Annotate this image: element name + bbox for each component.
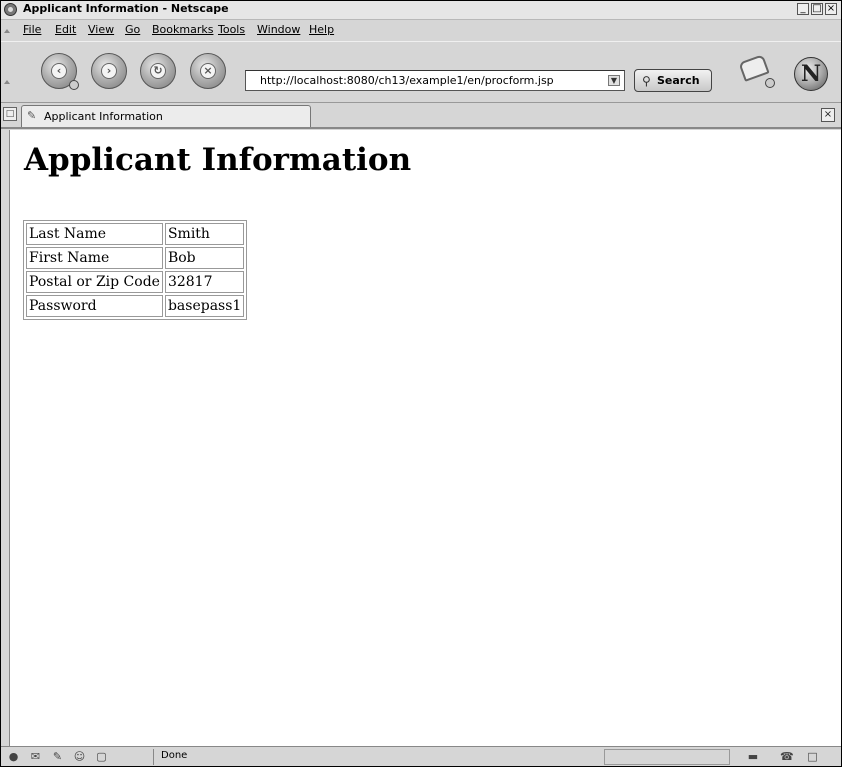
- navigation-toolbar: ‹ › ↻ × http://localhost:8080/ch13/examp…: [1, 41, 841, 103]
- url-field[interactable]: http://localhost:8080/ch13/example1/en/p…: [245, 70, 625, 91]
- print-button[interactable]: [737, 54, 775, 90]
- search-button[interactable]: ⚲ Search: [634, 69, 712, 92]
- composer-icon[interactable]: ✎: [51, 750, 64, 763]
- search-icon: ⚲: [642, 74, 651, 88]
- mail-icon[interactable]: ✉: [29, 750, 42, 763]
- menu-go[interactable]: Go: [125, 23, 140, 36]
- reload-icon: ↻: [150, 63, 166, 79]
- url-text[interactable]: http://localhost:8080/ch13/example1/en/p…: [260, 74, 554, 87]
- maximize-button[interactable]: □: [811, 3, 823, 15]
- title-bar: Applicant Information - Netscape _ □ ×: [1, 1, 841, 20]
- reload-button[interactable]: ↻: [140, 53, 176, 89]
- menu-bookmarks[interactable]: Bookmarks: [152, 23, 213, 36]
- applicant-table: Last Name Smith First Name Bob Postal or…: [23, 220, 248, 320]
- menu-edit[interactable]: Edit: [55, 23, 76, 36]
- new-tab-icon[interactable]: □: [3, 107, 17, 121]
- netscape-app-icon: [4, 3, 17, 16]
- print-dropdown[interactable]: [765, 78, 775, 88]
- tab-applicant-information[interactable]: ✎ Applicant Information: [21, 105, 311, 127]
- window-title: Applicant Information - Netscape: [23, 2, 229, 15]
- field-label: Password: [26, 295, 163, 317]
- field-value: 32817: [164, 271, 245, 293]
- back-history-dropdown[interactable]: [69, 80, 79, 90]
- print-icon: [738, 54, 770, 82]
- back-icon: ‹: [51, 63, 67, 79]
- navigator-icon[interactable]: ●: [7, 750, 20, 763]
- progress-bar: [604, 749, 730, 765]
- close-window-button[interactable]: ×: [825, 3, 837, 15]
- menu-bar: File Edit View Go Bookmarks Tools Window…: [1, 20, 841, 40]
- menu-view[interactable]: View: [88, 23, 114, 36]
- table-row: First Name Bob: [26, 247, 245, 269]
- security-icon[interactable]: ☎: [780, 750, 794, 763]
- menu-file[interactable]: File: [23, 23, 41, 36]
- menu-tools[interactable]: Tools: [218, 23, 245, 36]
- toolbar-collapse-grip[interactable]: [4, 80, 10, 84]
- connection-icon[interactable]: ▬: [742, 750, 764, 763]
- back-button[interactable]: ‹: [41, 53, 79, 90]
- page-icon: ✎: [27, 109, 37, 122]
- field-label: Last Name: [26, 223, 163, 245]
- table-row: Last Name Smith: [26, 223, 245, 245]
- netscape-logo[interactable]: N: [794, 57, 828, 91]
- menu-window[interactable]: Window: [257, 23, 300, 36]
- status-text: Done: [161, 750, 188, 761]
- page-heading: Applicant Information: [24, 142, 412, 178]
- field-label: First Name: [26, 247, 163, 269]
- menu-help[interactable]: Help: [309, 23, 334, 36]
- table-row: Password basepass1: [26, 295, 245, 317]
- status-divider: [153, 749, 154, 765]
- table-row: Postal or Zip Code 32817: [26, 271, 245, 293]
- menubar-collapse-grip[interactable]: [4, 29, 10, 34]
- lock-icon[interactable]: □: [806, 750, 819, 763]
- irc-icon[interactable]: ▢: [95, 750, 108, 763]
- search-button-label: Search: [657, 74, 700, 87]
- stop-button[interactable]: ×: [190, 53, 226, 89]
- tab-bar: □ ✎ Applicant Information ×: [1, 103, 841, 129]
- page-content: Applicant Information Last Name Smith Fi…: [9, 130, 841, 746]
- close-tab-icon[interactable]: ×: [821, 108, 835, 122]
- url-history-dropdown-icon[interactable]: ▼: [608, 75, 620, 86]
- tab-label: Applicant Information: [44, 110, 163, 123]
- field-value: basepass1: [164, 295, 245, 317]
- field-value: Smith: [164, 223, 245, 245]
- field-value: Bob: [164, 247, 245, 269]
- stop-icon: ×: [200, 63, 216, 79]
- browser-window: Applicant Information - Netscape _ □ × F…: [0, 0, 842, 767]
- address-book-icon[interactable]: ☺: [73, 750, 86, 763]
- minimize-button[interactable]: _: [797, 3, 809, 15]
- forward-button[interactable]: ›: [91, 53, 127, 89]
- field-label: Postal or Zip Code: [26, 271, 163, 293]
- status-bar: ● ✉ ✎ ☺ ▢ Done ▬ ☎ □: [1, 746, 841, 766]
- forward-icon: ›: [101, 63, 117, 79]
